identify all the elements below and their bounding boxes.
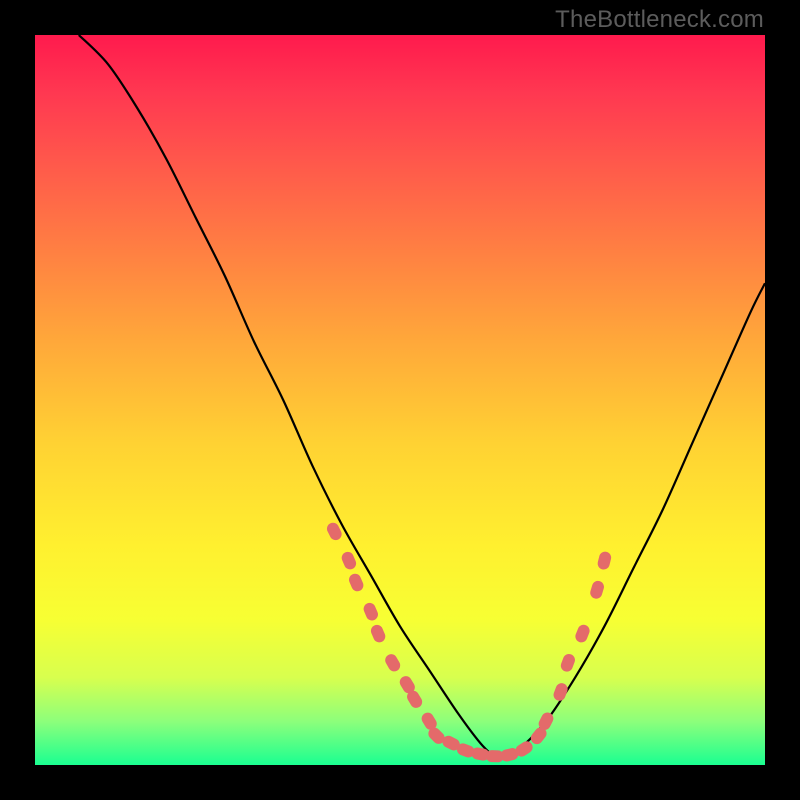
valley-marker — [552, 681, 570, 702]
valley-marker — [369, 623, 387, 644]
curve-layer — [35, 35, 765, 765]
valley-marker — [596, 550, 612, 570]
bottleneck-curve-right — [495, 283, 765, 758]
bottleneck-curve-left — [79, 35, 495, 758]
watermark-text: TheBottleneck.com — [555, 6, 764, 34]
valley-marker — [362, 601, 380, 622]
valley-marker — [559, 652, 577, 673]
valley-marker — [589, 579, 606, 600]
valley-marker — [574, 623, 592, 644]
plot-area — [35, 35, 765, 765]
valley-marker — [340, 550, 358, 571]
valley-marker — [347, 572, 365, 593]
chart-frame: TheBottleneck.com — [0, 0, 800, 800]
valley-marker — [383, 652, 402, 674]
